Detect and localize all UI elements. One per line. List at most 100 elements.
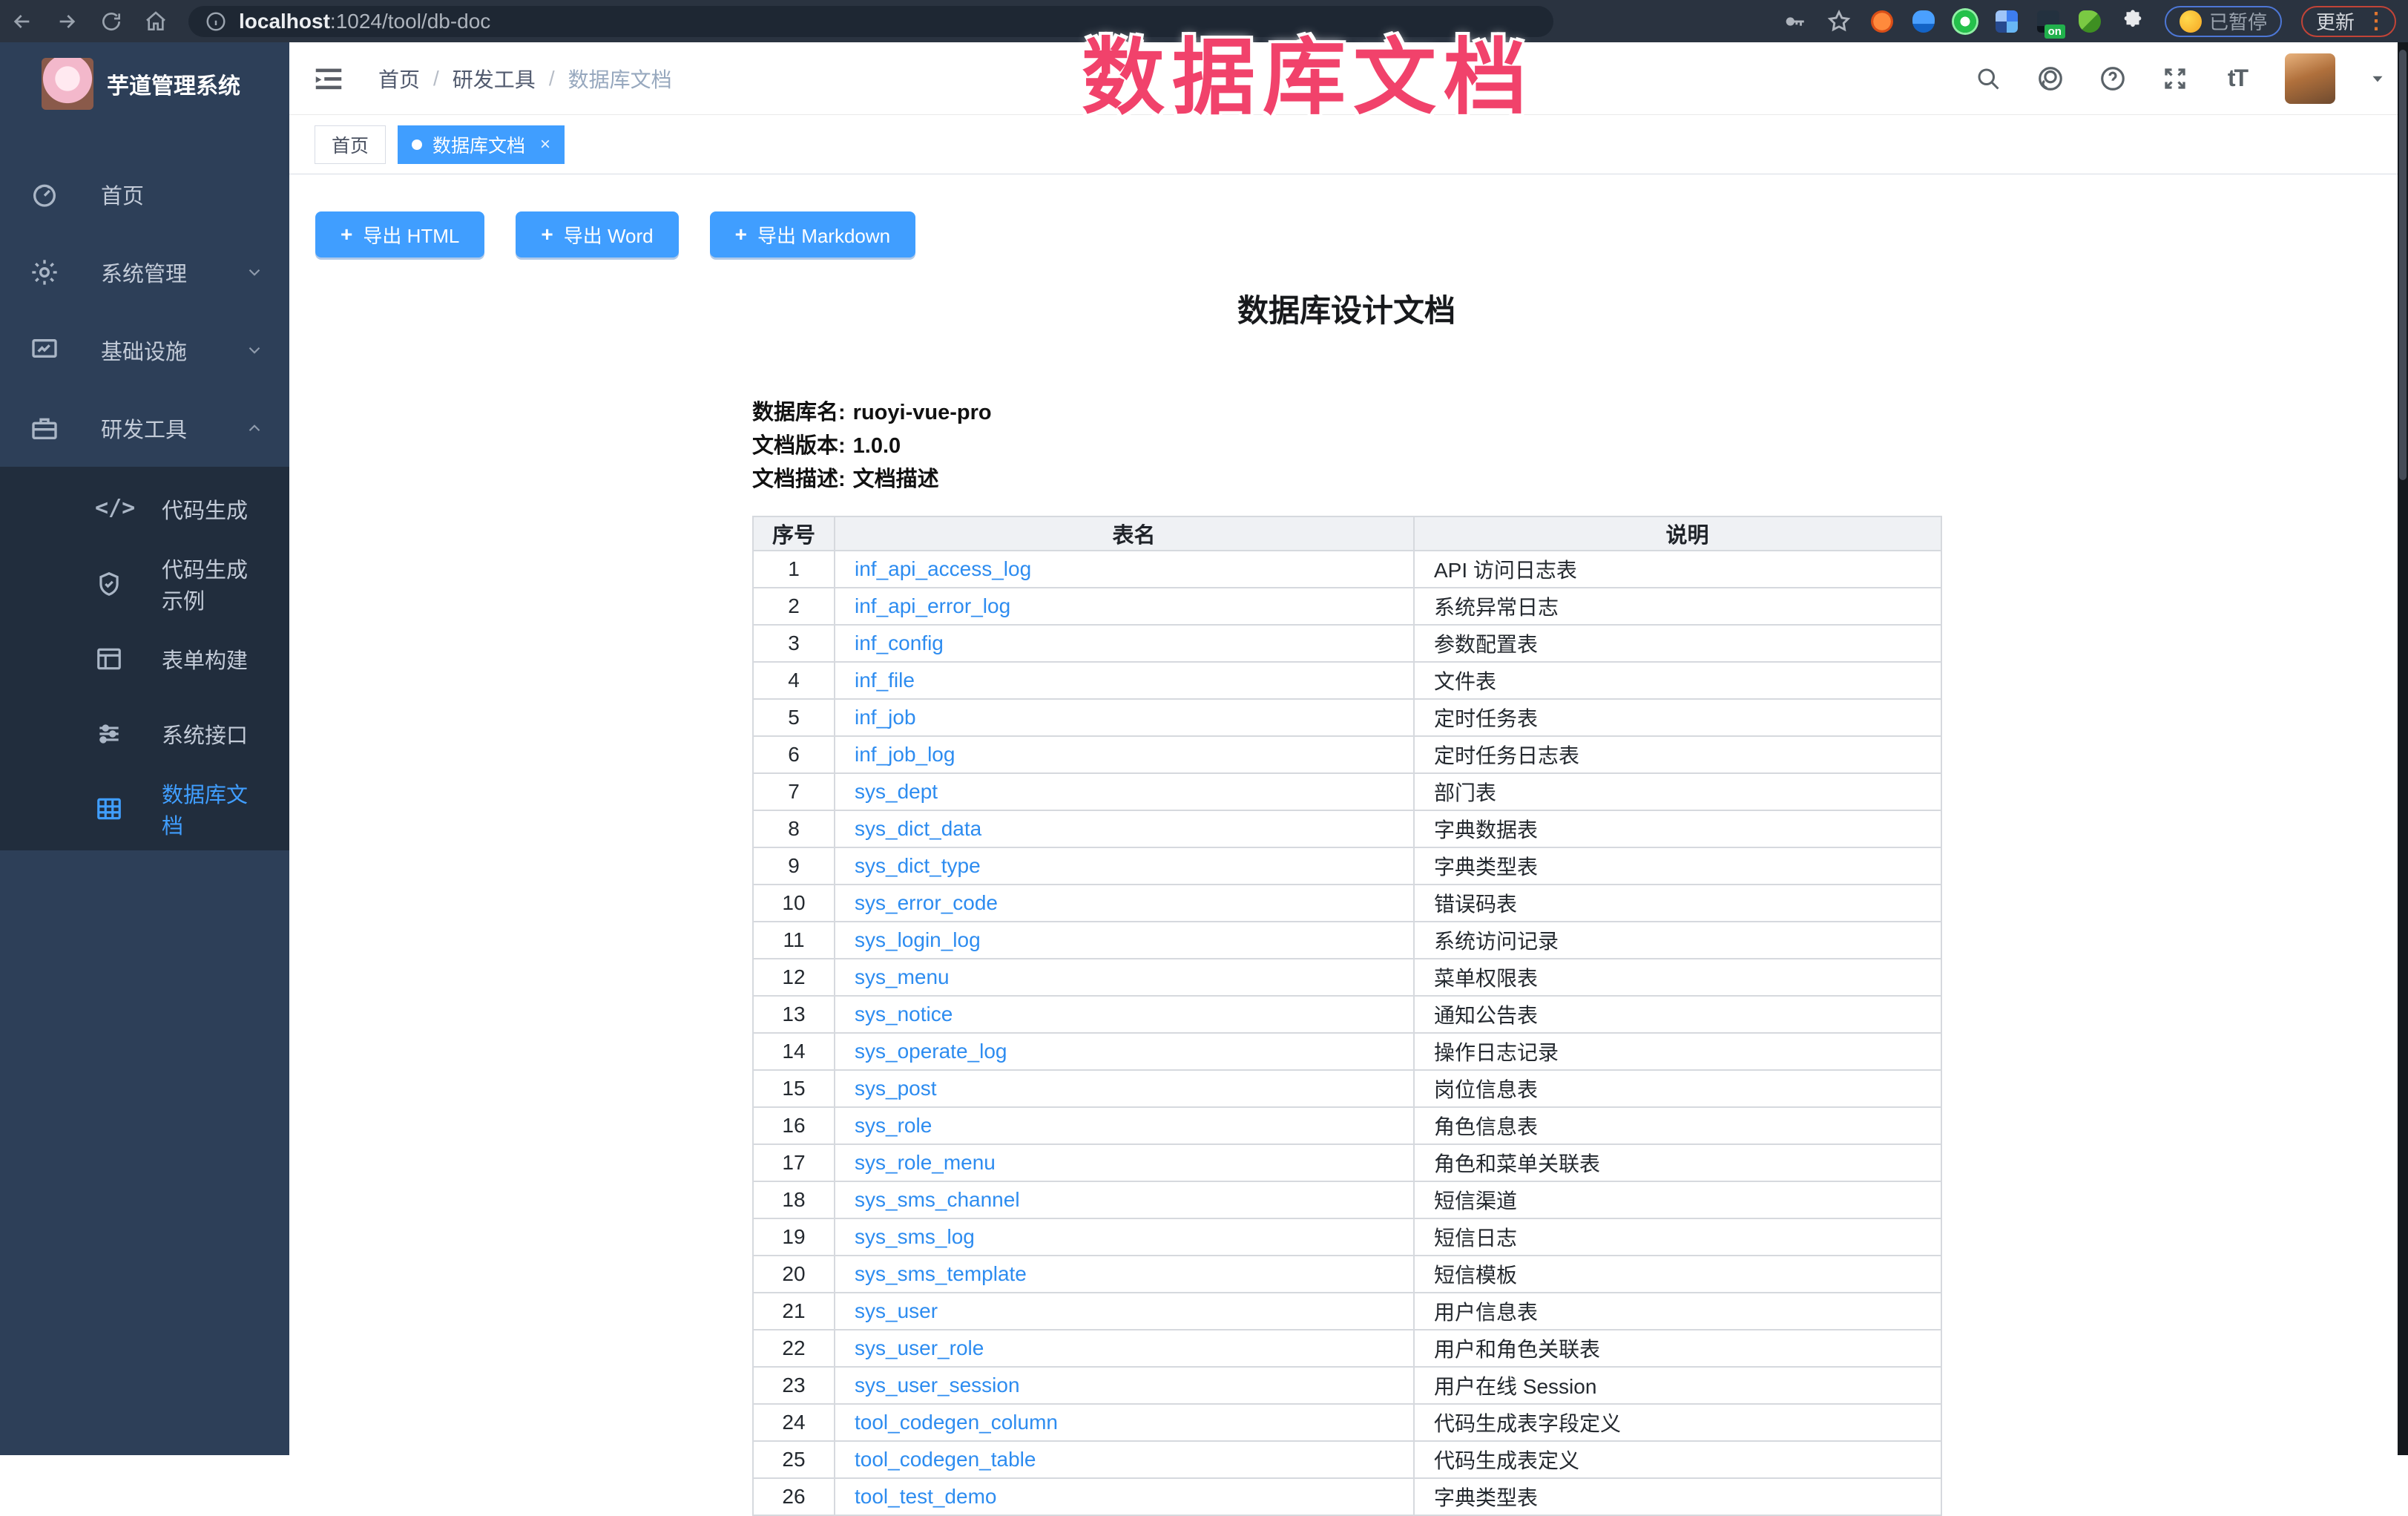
extension-icon-6[interactable] xyxy=(2079,10,2101,33)
extension-icon-5[interactable]: on xyxy=(2037,10,2059,33)
help-icon[interactable] xyxy=(2098,64,2128,93)
export-markdown-button[interactable]: + 导出 Markdown xyxy=(710,211,916,257)
sidebar-item-devtools[interactable]: 研发工具 xyxy=(0,389,289,467)
sidebar-subitem-form-builder[interactable]: 表单构建 xyxy=(0,621,289,696)
extension-icon-1[interactable] xyxy=(1871,10,1893,33)
browser-forward-icon[interactable] xyxy=(45,4,89,39)
sidebar-item-label: 数据库文档 xyxy=(162,778,264,840)
db-design-document: 数据库设计文档 数据库名:ruoyi-vue-pro 文档版本:1.0.0 文档… xyxy=(752,286,1941,1516)
table-name-link[interactable]: sys_dept xyxy=(855,780,938,803)
app-logo[interactable]: 芋道管理系统 xyxy=(0,42,289,125)
table-row: 2inf_api_error_log系统异常日志 xyxy=(753,588,1941,625)
avatar-caret-icon[interactable] xyxy=(2368,69,2387,88)
table-desc: 短信模板 xyxy=(1414,1256,1941,1293)
table-name-link[interactable]: inf_file xyxy=(855,669,915,692)
extension-icon-3[interactable] xyxy=(1954,10,1976,33)
table-name-link[interactable]: inf_job_log xyxy=(855,743,955,766)
table-name-link[interactable]: sys_error_code xyxy=(855,891,998,914)
table-name-cell: inf_api_access_log xyxy=(835,551,1414,588)
extension-icon-2[interactable] xyxy=(1912,10,1935,33)
table-name-link[interactable]: tool_test_demo xyxy=(855,1485,996,1508)
scrollbar-thumb[interactable] xyxy=(2399,50,2407,480)
table-name-cell: sys_dict_type xyxy=(835,847,1414,885)
table-name-link[interactable]: sys_operate_log xyxy=(855,1040,1007,1063)
export-html-button[interactable]: + 导出 HTML xyxy=(315,211,484,257)
info-icon[interactable] xyxy=(205,10,227,33)
table-name-link[interactable]: sys_post xyxy=(855,1077,937,1100)
gear-icon xyxy=(30,257,59,287)
table-name-link[interactable]: sys_login_log xyxy=(855,928,981,951)
table-row: 13sys_notice通知公告表 xyxy=(753,996,1941,1033)
page-content: + 导出 HTML + 导出 Word + 导出 Markdown 数据库设计文… xyxy=(289,174,2408,1455)
address-bar[interactable]: localhost:1024/tool/db-doc xyxy=(188,6,1553,37)
table-name-cell: sys_user_session xyxy=(835,1367,1414,1404)
table-name-link[interactable]: sys_role xyxy=(855,1114,932,1137)
table-name-link[interactable]: sys_user_session xyxy=(855,1374,1020,1397)
browser-menu-icon[interactable]: ⋮ xyxy=(2365,10,2387,33)
table-name-link[interactable]: inf_api_access_log xyxy=(855,557,1031,580)
table-name-link[interactable]: sys_menu xyxy=(855,965,950,988)
breadcrumb-home[interactable]: 首页 xyxy=(378,64,420,93)
table-name-link[interactable]: inf_config xyxy=(855,631,944,654)
sidebar-item-label: 代码生成示例 xyxy=(162,553,264,615)
table-name-link[interactable]: sys_dict_data xyxy=(855,817,981,840)
browser-home-icon[interactable] xyxy=(134,4,178,39)
logo-avatar xyxy=(42,58,93,110)
sidebar-subitem-db-doc[interactable]: 数据库文档 xyxy=(0,771,289,846)
extension-icon-4[interactable] xyxy=(1996,10,2018,33)
meta-value: 1.0.0 xyxy=(853,434,901,458)
meta-value: 文档描述 xyxy=(853,467,939,491)
row-index: 20 xyxy=(753,1256,835,1293)
table-name-link[interactable]: sys_user xyxy=(855,1299,938,1322)
user-avatar[interactable] xyxy=(2285,53,2335,104)
table-name-link[interactable]: sys_role_menu xyxy=(855,1151,996,1174)
row-index: 5 xyxy=(753,699,835,736)
sidebar-subitem-api[interactable]: 系统接口 xyxy=(0,696,289,771)
tab-active-dot xyxy=(412,140,422,150)
sidebar-item-system[interactable]: 系统管理 xyxy=(0,233,289,311)
profile-paused-badge[interactable]: 已暂停 xyxy=(2165,6,2282,37)
table-name-link[interactable]: sys_sms_template xyxy=(855,1262,1027,1285)
breadcrumb-devtools[interactable]: 研发工具 xyxy=(453,64,536,93)
search-icon[interactable] xyxy=(1973,64,2003,93)
fullscreen-icon[interactable] xyxy=(2160,64,2190,93)
browser-reload-icon[interactable] xyxy=(89,4,134,39)
bookmark-star-icon[interactable] xyxy=(1826,9,1852,34)
table-name-link[interactable]: sys_sms_log xyxy=(855,1225,975,1248)
sidebar-subitem-codegen[interactable]: </> 代码生成 xyxy=(0,471,289,546)
table-desc: 文件表 xyxy=(1414,662,1941,699)
chevron-down-icon xyxy=(245,341,264,360)
font-size-icon[interactable]: tT xyxy=(2223,64,2252,93)
row-index: 19 xyxy=(753,1218,835,1256)
tab-home[interactable]: 首页 xyxy=(315,125,386,164)
table-name-link[interactable]: sys_notice xyxy=(855,1003,953,1026)
table-name-link[interactable]: inf_job xyxy=(855,706,916,729)
table-name-link[interactable]: tool_codegen_column xyxy=(855,1411,1058,1434)
sidebar-collapse-icon[interactable] xyxy=(312,62,346,96)
table-name-cell: sys_role_menu xyxy=(835,1144,1414,1181)
update-button[interactable]: 更新 ⋮ xyxy=(2301,6,2396,37)
browser-back-icon[interactable] xyxy=(0,4,45,39)
meta-value: ruoyi-vue-pro xyxy=(853,401,992,424)
meta-label: 文档版本: xyxy=(752,434,846,458)
page-scrollbar[interactable] xyxy=(2398,42,2408,1455)
table-name-link[interactable]: sys_user_role xyxy=(855,1336,984,1359)
export-word-button[interactable]: + 导出 Word xyxy=(516,211,678,257)
sidebar-item-home[interactable]: 首页 xyxy=(0,155,289,233)
table-desc: 参数配置表 xyxy=(1414,625,1941,662)
breadcrumb: 首页 / 研发工具 / 数据库文档 xyxy=(378,64,672,93)
table-name-link[interactable]: sys_dict_type xyxy=(855,854,981,877)
sidebar-item-infrastructure[interactable]: 基础设施 xyxy=(0,311,289,389)
table-desc: 错误码表 xyxy=(1414,885,1941,922)
extensions-puzzle-icon[interactable] xyxy=(2120,9,2145,34)
sidebar-subitem-codegen-demo[interactable]: 代码生成示例 xyxy=(0,546,289,621)
table-header-row: 序号 表名 说明 xyxy=(753,516,1941,551)
tab-db-doc[interactable]: 数据库文档 × xyxy=(398,125,565,164)
dashboard-icon xyxy=(30,180,59,209)
table-name-link[interactable]: inf_api_error_log xyxy=(855,594,1010,617)
table-name-link[interactable]: tool_codegen_table xyxy=(855,1448,1036,1471)
key-icon[interactable] xyxy=(1782,9,1807,34)
table-name-link[interactable]: sys_sms_channel xyxy=(855,1188,1020,1211)
github-icon[interactable] xyxy=(2036,64,2065,93)
tab-close-icon[interactable]: × xyxy=(540,134,550,155)
